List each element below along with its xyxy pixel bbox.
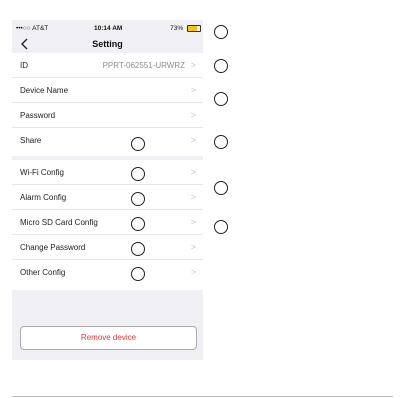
annotation-circle	[214, 135, 228, 149]
row-share[interactable]: Share >	[12, 128, 203, 153]
nav-bar: Setting	[12, 37, 203, 53]
page-title: Setting	[92, 39, 123, 49]
chevron-right-icon: >	[190, 60, 196, 70]
row-label: Micro SD Card Config	[20, 218, 98, 227]
row-label: Share	[20, 136, 42, 145]
annotation-circle	[214, 181, 228, 195]
remove-device-button[interactable]: Remove device	[20, 326, 197, 350]
chevron-right-icon: >	[190, 135, 196, 145]
row-label: Device Name	[20, 86, 69, 95]
chevron-right-icon: >	[190, 217, 196, 227]
row-label: Password	[20, 111, 56, 120]
battery-percent: 73%	[170, 25, 184, 33]
row-label: Wi-Fi Config	[20, 168, 65, 177]
row-alarm-config[interactable]: Alarm Config >	[12, 185, 203, 210]
chevron-right-icon: >	[190, 167, 196, 177]
status-right: 73%	[170, 25, 201, 32]
status-bar: •••○○ AT&T 10:14 AM 73%	[12, 24, 203, 36]
row-id[interactable]: ID PPRT-062551-URWRZ >	[12, 53, 203, 78]
annotation-circle	[131, 267, 145, 281]
settings-group-config: Wi-Fi Config > Alarm Config > Micro SD C…	[12, 160, 203, 290]
settings-group-general: ID PPRT-062551-URWRZ > Device Name > Pas…	[12, 53, 203, 156]
row-change-password[interactable]: Change Password >	[12, 235, 203, 260]
annotation-circle	[214, 92, 228, 106]
row-label: ID	[20, 61, 28, 70]
clock: 10:14 AM	[94, 25, 123, 32]
carrier-label: •••○○ AT&T	[16, 25, 49, 32]
row-other-config[interactable]: Other Config >	[12, 260, 203, 285]
row-label: Other Config	[20, 268, 66, 277]
divider	[12, 396, 393, 397]
annotation-circle	[214, 59, 228, 73]
chevron-right-icon: >	[190, 267, 196, 277]
annotation-circle	[214, 25, 228, 39]
annotation-circle	[131, 217, 145, 231]
row-wifi-config[interactable]: Wi-Fi Config >	[12, 160, 203, 185]
annotation-circle	[131, 137, 145, 151]
annotation-circle	[214, 220, 228, 234]
annotation-circle	[131, 167, 145, 181]
annotation-circle	[131, 242, 145, 256]
row-label: Change Password	[20, 243, 86, 252]
chevron-right-icon: >	[190, 242, 196, 252]
chevron-right-icon: >	[190, 192, 196, 202]
phone-screen: •••○○ AT&T 10:14 AM 73% Setting ID PPRT-…	[12, 20, 203, 360]
chevron-right-icon: >	[190, 85, 196, 95]
row-sd-card-config[interactable]: Micro SD Card Config >	[12, 210, 203, 235]
chevron-right-icon: >	[190, 110, 196, 120]
row-password[interactable]: Password >	[12, 103, 203, 128]
row-device-name[interactable]: Device Name >	[12, 78, 203, 103]
battery-icon	[187, 25, 201, 32]
row-label: Alarm Config	[20, 193, 67, 202]
device-id-value: PPRT-062551-URWRZ	[102, 61, 185, 70]
annotation-circle	[131, 192, 145, 206]
